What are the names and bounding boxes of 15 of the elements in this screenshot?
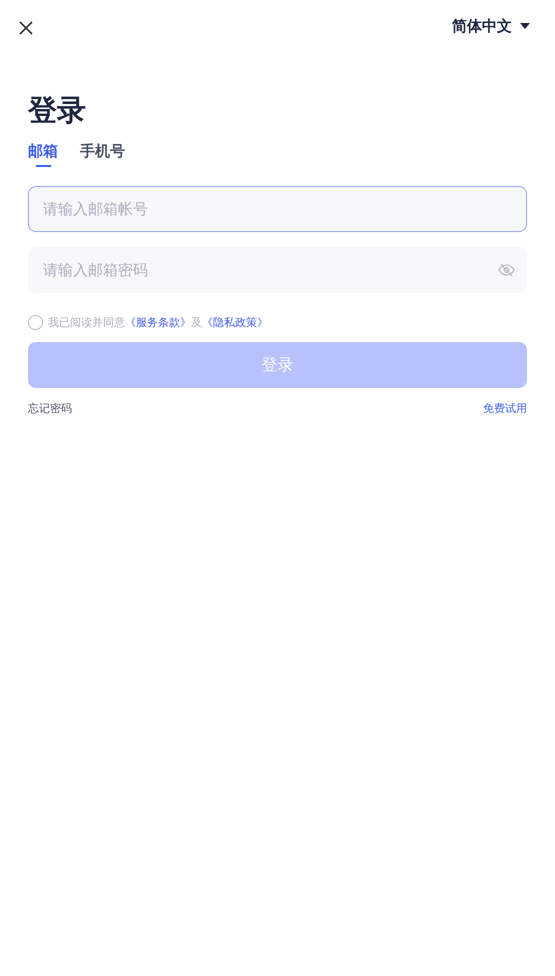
caret-icon — [520, 23, 530, 29]
forgot-password-link[interactable]: 忘记密码 — [28, 401, 72, 416]
eye-off-icon[interactable] — [498, 263, 515, 277]
email-field[interactable]: 请输入邮箱帐号 — [28, 186, 527, 232]
password-field[interactable]: 请输入邮箱密码 — [28, 247, 527, 293]
tab[interactable]: 手机号 — [80, 142, 125, 167]
terms-link[interactable]: 《服务条款》 — [125, 316, 191, 329]
agreement-text: 我已阅读并同意《服务条款》及《隐私政策》 — [48, 315, 268, 330]
tab[interactable]: 邮箱 — [28, 142, 58, 167]
privacy-link[interactable]: 《隐私政策》 — [202, 316, 268, 329]
page-title: 登录 — [28, 92, 87, 129]
agreement-checkbox[interactable] — [28, 315, 43, 330]
free-trial-link[interactable]: 免费试用 — [483, 401, 527, 416]
close-icon — [19, 21, 33, 35]
language-selector[interactable]: 简体中文 — [452, 16, 530, 36]
